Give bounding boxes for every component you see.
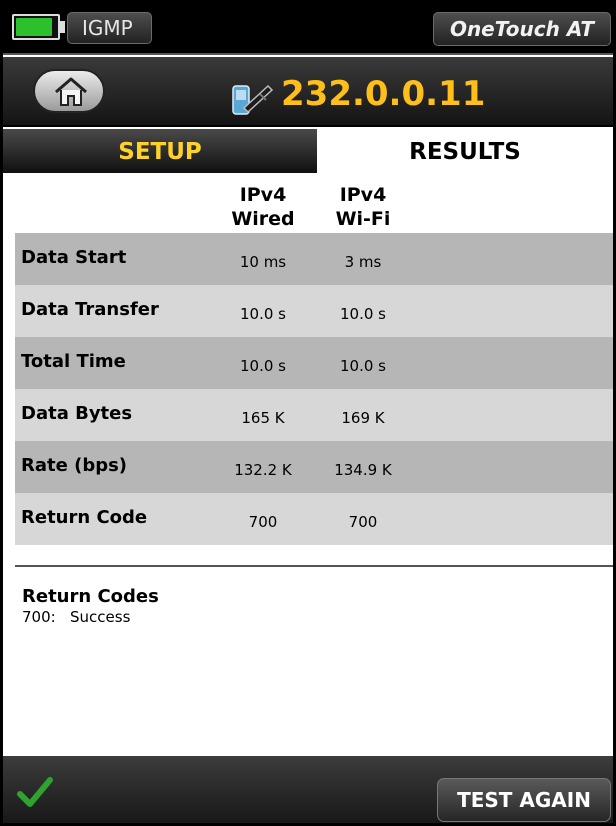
wifi-value: 10.0 s <box>340 305 386 323</box>
table-row: Data Start 10 ms 3 ms <box>15 233 613 285</box>
wired-value: 10.0 s <box>240 305 286 323</box>
wired-value: 10.0 s <box>240 357 286 375</box>
product-name-label: OneTouch AT <box>433 12 611 46</box>
footer-bar: TEST AGAIN <box>3 756 613 823</box>
wired-value: 165 K <box>241 409 285 427</box>
wired-value: 10 ms <box>239 253 287 271</box>
return-code-entry: 700: Success <box>22 608 130 626</box>
battery-icon <box>12 14 60 40</box>
column-header-wired: IPv4 Wired <box>218 183 308 231</box>
table-row: Total Time 10.0 s 10.0 s <box>15 337 613 389</box>
device-screen: IGMP OneTouch AT 232.0.0.11 SETUP RESULT… <box>0 0 616 826</box>
return-code-number: 700: <box>22 608 56 626</box>
row-label: Rate (bps) <box>21 455 128 476</box>
table-row: Return Code 700 700 <box>15 493 613 545</box>
section-divider <box>15 565 613 567</box>
table-row: Data Bytes 165 K 169 K <box>15 389 613 441</box>
home-icon <box>55 77 87 106</box>
row-label: Data Start <box>21 247 127 268</box>
wired-value: 700 <box>248 513 278 531</box>
wifi-value: 700 <box>348 513 378 531</box>
row-label: Total Time <box>21 351 126 372</box>
network-cable-icon <box>232 84 274 115</box>
column-header-wifi: IPv4 Wi-Fi <box>318 183 408 231</box>
wired-value: 132.2 K <box>234 461 292 479</box>
table-row: Data Transfer 10.0 s 10.0 s <box>15 285 613 337</box>
column-header-line1: IPv4 <box>339 184 387 206</box>
wifi-value: 3 ms <box>344 253 382 271</box>
tab-setup[interactable]: SETUP <box>3 129 317 173</box>
results-table: Data Start 10 ms 3 ms Data Transfer 10.0… <box>15 233 613 545</box>
row-label: Data Transfer <box>21 299 159 320</box>
wifi-value: 169 K <box>341 409 385 427</box>
column-header-line2: Wired <box>231 208 295 230</box>
checkmark-icon <box>17 777 53 807</box>
test-again-button[interactable]: TEST AGAIN <box>437 778 611 822</box>
row-label: Data Bytes <box>21 403 133 424</box>
column-header-line2: Wi-Fi <box>335 208 391 230</box>
table-row: Rate (bps) 132.2 K 134.9 K <box>15 441 613 493</box>
row-label: Return Code <box>21 507 148 528</box>
return-codes-title: Return Codes <box>22 586 159 607</box>
battery-level-fill <box>16 18 52 36</box>
home-button[interactable] <box>33 69 105 113</box>
wifi-value: 134.9 K <box>334 461 392 479</box>
test-type-label: IGMP <box>67 12 152 44</box>
battery-tip <box>60 21 65 33</box>
status-bar: IGMP OneTouch AT <box>3 3 613 55</box>
target-address: 232.0.0.11 <box>281 74 486 114</box>
column-header-line1: IPv4 <box>239 184 287 206</box>
return-code-meaning: Success <box>70 608 131 626</box>
wifi-value: 10.0 s <box>340 357 386 375</box>
tab-results[interactable]: RESULTS <box>317 129 613 173</box>
